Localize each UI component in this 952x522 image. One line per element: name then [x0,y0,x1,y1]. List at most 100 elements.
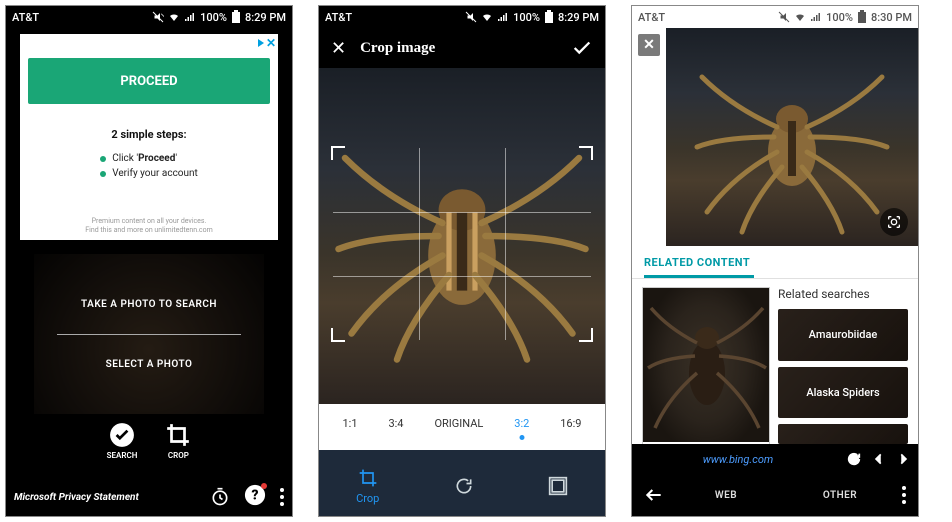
refresh-icon[interactable] [846,451,862,467]
screenshot-1: AT&T 100% 8:29 PM ✕ PROCEED 2 simple ste… [5,5,293,517]
crop-action[interactable]: CROP [165,422,191,460]
ad-play-icon [258,39,264,47]
crop-tool-label: Crop [356,492,379,505]
steps-list: Click 'Proceed' Verify your account [100,153,198,183]
help-button[interactable]: ? [244,484,266,510]
aspect-ratio-row: 1:1 3:4 ORIGINAL 3:2 16:9 [319,404,605,450]
clock: 8:30 PM [871,11,912,24]
ratio-1-1[interactable]: 1:1 [342,417,357,438]
expand-tool[interactable] [548,476,568,496]
panel-divider [57,334,241,335]
ad-close-x: ✕ [266,36,276,50]
battery-icon [544,10,554,24]
carrier-label: AT&T [638,11,665,24]
crop-toolbar: Crop [319,450,605,516]
bottom-bar: Microsoft Privacy Statement ? [6,478,292,516]
result-image[interactable] [666,28,918,246]
status-bar: AT&T 100% 8:30 PM [632,6,918,28]
crop-header: ✕ Crop image [319,28,605,68]
web-tab[interactable]: WEB [674,490,778,501]
battery-icon [857,10,867,24]
close-button[interactable]: ✕ [331,38,346,59]
related-chip-1[interactable]: Amaurobiidae [778,309,908,361]
related-searches-col: Related searches Amaurobiidae Alaska Spi… [778,287,908,444]
status-bar: AT&T 100% 8:29 PM [319,6,605,28]
url-text[interactable]: www.bing.com [640,453,836,466]
ad-close[interactable]: ✕ [258,36,276,50]
spider-image [677,37,907,237]
step-2-text: Verify your account [112,168,198,179]
crop-title: Crop image [360,40,557,57]
rotate-icon [454,476,474,496]
wifi-icon [168,11,180,23]
search-label: SEARCH [107,451,138,460]
screenshot-3: AT&T 100% 8:30 PM ✕ [631,5,919,517]
battery-pct: 100% [200,11,227,24]
wifi-icon [794,11,806,23]
crop-label: CROP [168,451,189,460]
ad-card: ✕ PROCEED 2 simple steps: Click 'Proceed… [20,34,278,240]
related-searches-title: Related searches [778,287,908,301]
bottom-nav: WEB OTHER [632,474,918,516]
result-image-area: ✕ [632,28,918,246]
related-chip-3[interactable] [778,424,908,444]
overflow-menu[interactable] [902,486,906,504]
status-right: 100% 8:29 PM [152,10,286,24]
check-circle-icon [109,422,135,448]
rotate-tool[interactable] [454,476,474,496]
crop-icon [358,468,378,488]
battery-icon [231,10,241,24]
ratio-16-9[interactable]: 16:9 [560,417,581,438]
crop-handle-tl[interactable] [331,146,345,160]
action-icons: SEARCH CROP [6,422,292,460]
crop-frame[interactable] [333,148,591,340]
related-chip-2[interactable]: Alaska Spiders [778,367,908,419]
related-grid: Spiders of North Carolina Related search… [632,279,918,444]
crop-handle-bl[interactable] [331,328,345,342]
battery-pct: 100% [826,11,853,24]
mute-icon [152,11,164,23]
overflow-menu[interactable] [280,488,284,506]
svg-text:?: ? [251,488,258,504]
bullet-icon [100,171,106,177]
steps-title: 2 simple steps: [111,128,186,141]
close-button[interactable]: ✕ [638,34,660,56]
related-image-card[interactable]: Spiders of North Carolina [642,287,770,444]
take-photo-button[interactable]: TAKE A PHOTO TO SEARCH [81,299,217,310]
ratio-3-2[interactable]: 3:2 [514,417,529,438]
privacy-link[interactable]: Microsoft Privacy Statement [14,492,139,503]
forward-icon[interactable] [896,452,910,466]
ratio-3-4[interactable]: 3:4 [388,417,403,438]
signal-icon [184,11,196,23]
step-2: Verify your account [100,168,198,179]
crop-handle-br[interactable] [579,328,593,342]
signal-icon [810,11,822,23]
back-arrow-icon[interactable] [644,485,664,505]
back-icon[interactable] [872,452,886,466]
visual-search-button[interactable] [880,208,908,236]
mute-icon [465,11,477,23]
search-action[interactable]: SEARCH [107,422,138,460]
other-tab[interactable]: OTHER [788,490,892,501]
expand-icon [548,476,568,496]
clock: 8:29 PM [558,11,599,24]
bullet-icon [100,156,106,162]
crop-tool[interactable]: Crop [356,468,379,505]
confirm-check-icon[interactable] [571,37,593,59]
clock: 8:29 PM [245,11,286,24]
select-photo-button[interactable]: SELECT A PHOTO [106,359,193,370]
related-content-tab[interactable]: RELATED CONTENT [632,246,918,275]
browser-url-bar: www.bing.com [632,444,918,474]
image-preview[interactable] [319,68,605,404]
spider-thumb [643,288,771,438]
crop-handle-tr[interactable] [579,146,593,160]
step-1-text: Click 'Proceed' [112,153,177,164]
screenshot-2: AT&T 100% 8:29 PM ✕ Crop image [318,5,606,517]
card-caption: Spiders of North Carolina [643,442,769,444]
signal-icon [497,11,509,23]
timer-icon[interactable] [210,487,230,507]
mute-icon [778,11,790,23]
ratio-original[interactable]: ORIGINAL [434,417,483,438]
proceed-button[interactable]: PROCEED [28,58,270,104]
step-1: Click 'Proceed' [100,153,198,164]
